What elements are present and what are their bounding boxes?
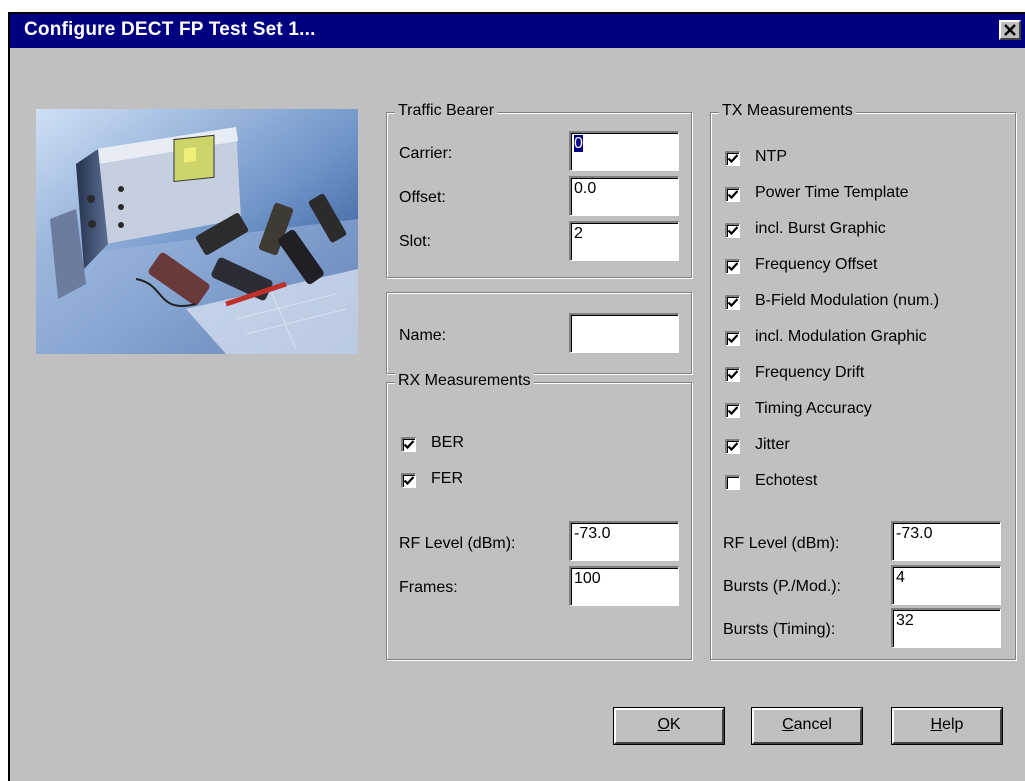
ok-label-rest: K [669, 716, 681, 733]
dialog-window: Configure DECT FP Test Set 1... Traffic … [8, 12, 1025, 781]
frames-label: Frames: [399, 579, 458, 596]
slot-label: Slot: [399, 233, 432, 250]
tx-checkbox[interactable] [725, 403, 740, 418]
tx-rf-level-field[interactable]: -73.0 [891, 521, 1001, 561]
checkmark-icon [727, 190, 739, 200]
bursts-pm-label: Bursts (P./Mod.): [723, 578, 841, 595]
test-equipment-photo [36, 109, 358, 354]
tx-checkbox-label[interactable]: incl. Modulation Graphic [755, 328, 927, 346]
checkmark-icon [727, 262, 739, 272]
tx-checkbox-label[interactable]: Frequency Drift [755, 364, 864, 382]
checkmark-icon [403, 440, 415, 450]
frames-field[interactable]: 100 [569, 566, 679, 606]
tx-checkbox[interactable] [725, 187, 740, 202]
name-field[interactable] [569, 313, 679, 353]
bursts-timing-label: Bursts (Timing): [723, 621, 836, 638]
checkmark-icon [727, 154, 739, 164]
tx-checkbox-label[interactable]: incl. Burst Graphic [755, 220, 886, 238]
bursts-pm-field[interactable]: 4 [891, 565, 1001, 605]
tx-rf-level-label: RF Level (dBm): [723, 535, 840, 552]
checkmark-icon [727, 334, 739, 344]
tx-checkbox-label[interactable]: Timing Accuracy [755, 400, 872, 418]
name-label: Name: [399, 327, 447, 344]
tx-checkbox-label[interactable]: Jitter [755, 436, 790, 454]
close-button[interactable] [999, 20, 1021, 40]
rx-checkbox[interactable] [401, 473, 416, 488]
ok-mnemonic: O [657, 716, 670, 733]
bursts-timing-field[interactable]: 32 [891, 608, 1001, 648]
tx-checkbox[interactable] [725, 475, 740, 490]
rx-checkbox-label[interactable]: FER [431, 470, 463, 488]
tx-checkbox[interactable] [725, 439, 740, 454]
offset-field[interactable]: 0.0 [569, 176, 679, 216]
rx-rf-level-label: RF Level (dBm): [399, 535, 516, 552]
tx-checkbox-label[interactable]: Echotest [755, 472, 817, 490]
cancel-button[interactable]: Cancel [751, 707, 863, 745]
checkmark-icon [403, 476, 415, 486]
tx-checkbox-label[interactable]: NTP [755, 148, 787, 166]
traffic-bearer-group: Traffic Bearer Carrier: 0 Offset: 0.0 Sl… [386, 102, 692, 278]
cancel-mnemonic: C [782, 716, 794, 733]
tx-checkbox[interactable] [725, 367, 740, 382]
tx-checkbox[interactable] [725, 223, 740, 238]
title-bar[interactable]: Configure DECT FP Test Set 1... [10, 14, 1025, 48]
name-group: Name: [386, 292, 692, 374]
tx-checkbox[interactable] [725, 331, 740, 346]
checkmark-icon [727, 226, 739, 236]
tx-checkbox[interactable] [725, 259, 740, 274]
rx-measurements-group: RX Measurements BER FER RF Level (dBm): -… [386, 372, 692, 660]
checkmark-icon [727, 442, 739, 452]
rx-rf-level-field[interactable]: -73.0 [569, 521, 679, 561]
traffic-bearer-legend: Traffic Bearer [395, 102, 498, 120]
tx-checkbox[interactable] [725, 295, 740, 310]
ok-button[interactable]: OK [613, 707, 725, 745]
carrier-field[interactable]: 0 [569, 131, 679, 171]
help-button[interactable]: Help [891, 707, 1003, 745]
tx-checkbox-label[interactable]: Power Time Template [755, 184, 909, 202]
tx-measurements-legend: TX Measurements [719, 102, 856, 120]
carrier-label: Carrier: [399, 145, 453, 162]
checkmark-icon [727, 298, 739, 308]
rx-measurements-legend: RX Measurements [395, 372, 534, 390]
window-title: Configure DECT FP Test Set 1... [24, 19, 316, 40]
rx-checkbox[interactable] [401, 437, 416, 452]
close-icon [1004, 24, 1016, 36]
rx-checkbox-label[interactable]: BER [431, 434, 464, 452]
help-label-rest: elp [942, 716, 964, 733]
slot-field[interactable]: 2 [569, 221, 679, 261]
tx-checkbox-label[interactable]: B-Field Modulation (num.) [755, 292, 939, 310]
tx-checkbox[interactable] [725, 151, 740, 166]
cancel-label-rest: ancel [793, 716, 832, 733]
checkmark-icon [727, 406, 739, 416]
offset-label: Offset: [399, 189, 446, 206]
checkmark-icon [727, 370, 739, 380]
tx-checkbox-label[interactable]: Frequency Offset [755, 256, 877, 274]
tx-measurements-group: TX Measurements NTP Power Time Template in… [710, 102, 1016, 660]
help-mnemonic: H [930, 716, 943, 733]
